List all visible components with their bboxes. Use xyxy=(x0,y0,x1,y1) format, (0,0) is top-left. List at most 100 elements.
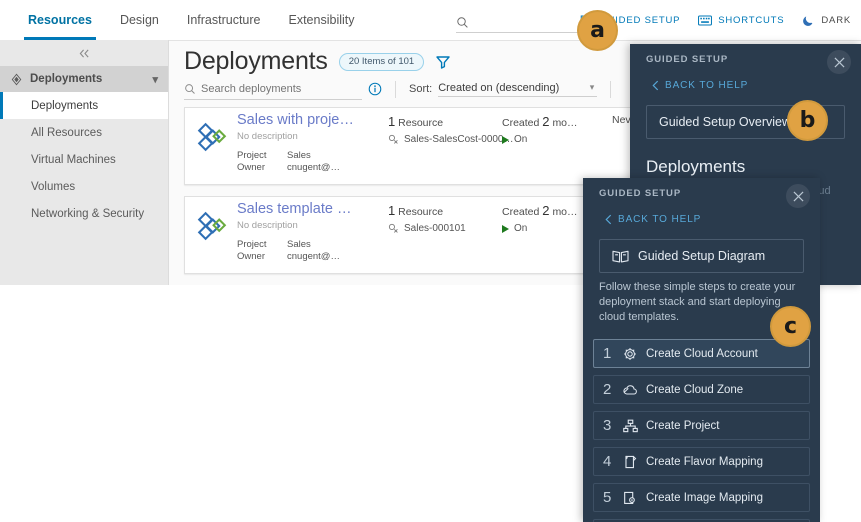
deployment-name-column: Sales with proje… No description xyxy=(237,112,397,142)
diagram-button-label: Guided Setup Diagram xyxy=(638,249,766,263)
deployment-meta: Project Sales Owner cnugent@… xyxy=(237,239,340,263)
resource-count: 1 xyxy=(388,114,396,129)
annotation-badge-a: a xyxy=(577,10,618,51)
step-number: 1 xyxy=(603,345,612,362)
owner-value: cnugent@… xyxy=(287,251,340,262)
annotation-badge-b: b xyxy=(787,100,828,141)
sort-label: Sort: xyxy=(409,83,433,95)
info-circle-icon[interactable] xyxy=(368,82,382,96)
sidebar-item-label: Networking & Security xyxy=(31,207,145,220)
sidebar-collapse-button[interactable] xyxy=(0,40,168,66)
owner-key: Owner xyxy=(237,251,265,262)
sidebar-item-volumes[interactable]: Volumes xyxy=(0,173,168,200)
sidebar-item-virtual-machines[interactable]: Virtual Machines xyxy=(0,146,168,173)
close-panel-button[interactable] xyxy=(786,184,810,208)
sort-value-text: Created on (descending) xyxy=(438,81,560,94)
nav-tab-infrastructure[interactable]: Infrastructure xyxy=(173,0,275,40)
deployment-diamond-icon xyxy=(197,122,227,152)
flavor-icon xyxy=(622,455,638,469)
step-number: 2 xyxy=(603,381,612,398)
step-label: Create Project xyxy=(646,419,720,432)
owner-key: Owner xyxy=(237,162,265,173)
diagram-book-icon xyxy=(612,250,629,262)
sort-value[interactable]: Created on (descending) ▾ xyxy=(438,81,598,97)
nav-tab-resources[interactable]: Resources xyxy=(14,0,106,40)
search-icon xyxy=(185,83,195,94)
step-label: Create Cloud Zone xyxy=(646,383,744,396)
search-deployments-field[interactable] xyxy=(184,79,362,100)
deployment-resources-column: 1 Resource Sales-SalesCost-0000… xyxy=(388,114,514,145)
page-header: Deployments 20 Items of 101 xyxy=(184,47,451,76)
primary-nav-tabs: Resources Design Infrastructure Extensib… xyxy=(14,0,369,40)
status-play-icon xyxy=(502,224,509,233)
setup-step-create-flavor-mapping[interactable]: 4 Create Flavor Mapping xyxy=(593,447,810,476)
panel-title: GUIDED SETUP xyxy=(646,54,729,65)
keyboard-icon xyxy=(698,14,713,26)
close-icon xyxy=(833,56,845,68)
chevron-down-icon: ▾ xyxy=(589,81,595,92)
setup-step-create-project[interactable]: 3 Create Project xyxy=(593,411,810,440)
project-value: Sales xyxy=(287,150,311,161)
project-key: Project xyxy=(237,239,267,250)
funnel-icon[interactable] xyxy=(435,54,451,70)
setup-step-create-cloud-zone[interactable]: 2 Create Cloud Zone xyxy=(593,375,810,404)
project-value: Sales xyxy=(287,239,311,250)
back-to-help-label: BACK TO HELP xyxy=(665,80,749,91)
project-key: Project xyxy=(237,150,267,161)
nav-tab-extensibility[interactable]: Extensibility xyxy=(275,0,369,40)
top-navigation-bar: Resources Design Infrastructure Extensib… xyxy=(0,0,861,41)
status-badge: On xyxy=(514,134,528,145)
overview-button-label: Guided Setup Overview xyxy=(659,115,792,129)
sidebar-group-deployments[interactable]: Deployments ▾ xyxy=(0,66,168,92)
back-to-help-link[interactable]: BACK TO HELP xyxy=(605,214,820,225)
panel-heading: Deployments xyxy=(646,157,746,176)
guided-setup-diagram-button[interactable]: Guided Setup Diagram xyxy=(599,239,804,273)
resource-name: Sales-000101 xyxy=(404,223,466,234)
deployment-name-link[interactable]: Sales with proje… xyxy=(237,112,397,128)
sort-control[interactable]: Sort: Created on (descending) ▾ xyxy=(409,81,598,97)
search-input[interactable] xyxy=(201,82,341,95)
nav-tab-design[interactable]: Design xyxy=(106,0,173,40)
dark-mode-label: DARK xyxy=(821,14,851,26)
resource-icon xyxy=(388,223,398,233)
deployment-diamond-icon xyxy=(197,211,227,241)
setup-step-create-image-mapping[interactable]: 5 Create Image Mapping xyxy=(593,483,810,512)
created-suffix: mo… xyxy=(552,206,578,218)
setup-step-create-cloud-account[interactable]: 1 Create Cloud Account xyxy=(593,339,810,368)
sidebar-item-label: Deployments xyxy=(31,99,99,112)
panel-header: GUIDED SETUP xyxy=(630,44,861,76)
sidebar-item-all-resources[interactable]: All Resources xyxy=(0,119,168,146)
deployment-created-column: Created 2 mo… On xyxy=(502,114,578,145)
deployment-resources-column: 1 Resource Sales-000101 xyxy=(388,203,466,234)
double-chevron-left-icon xyxy=(79,48,89,58)
deployment-description: No description xyxy=(237,131,298,142)
setup-steps-list: 1 Create Cloud Account 2 Create Cloud Zo… xyxy=(593,339,810,522)
close-panel-button[interactable] xyxy=(827,50,851,74)
owner-value: cnugent@… xyxy=(287,162,340,173)
toolbar-divider xyxy=(610,80,612,98)
step-number: 4 xyxy=(603,453,612,470)
step-label: Create Image Mapping xyxy=(646,491,763,504)
deployment-name-link[interactable]: Sales template … xyxy=(237,201,397,217)
moon-icon xyxy=(803,16,813,26)
close-icon xyxy=(792,190,804,202)
shortcuts-label: SHORTCUTS xyxy=(718,14,785,26)
sidebar-group-label: Deployments xyxy=(30,73,103,85)
resource-count: 1 xyxy=(388,203,396,218)
deployment-name-column: Sales template … No description xyxy=(237,201,397,231)
panel-header: GUIDED SETUP xyxy=(583,178,820,210)
sidebar-item-networking-security[interactable]: Networking & Security xyxy=(0,200,168,227)
sidebar-item-label: All Resources xyxy=(31,126,102,139)
annotation-badge-c: c xyxy=(770,306,811,347)
cloud-icon xyxy=(622,383,638,397)
back-to-help-link[interactable]: BACK TO HELP xyxy=(652,80,861,91)
sidebar-item-deployments[interactable]: Deployments xyxy=(0,92,168,119)
toolbar-divider xyxy=(395,80,396,98)
resource-icon xyxy=(388,134,398,144)
step-label: Create Cloud Account xyxy=(646,347,758,360)
guided-setup-panel-steps: GUIDED SETUP BACK TO HELP Guided Setup D… xyxy=(583,178,820,522)
dark-mode-toggle[interactable]: DARK xyxy=(802,14,851,27)
chevron-down-icon[interactable]: ▾ xyxy=(152,73,158,86)
step-number: 5 xyxy=(603,489,612,506)
shortcuts-button[interactable]: SHORTCUTS xyxy=(698,15,784,26)
